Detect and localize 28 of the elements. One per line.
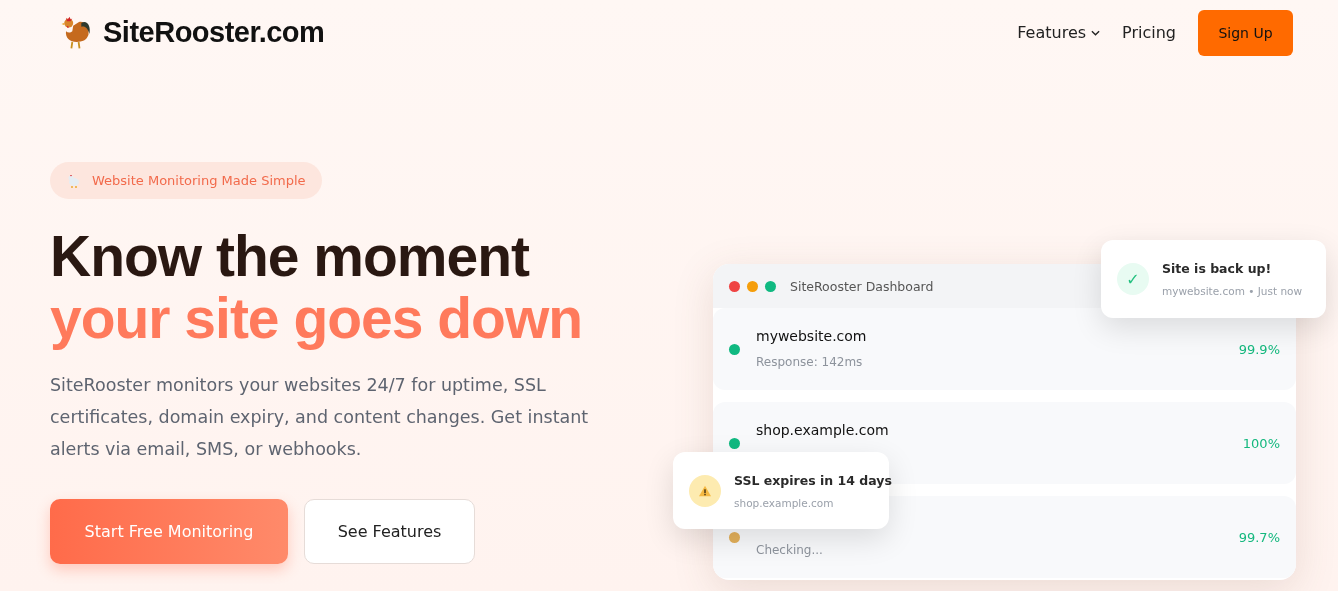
dashboard-title: SiteRooster Dashboard	[790, 278, 934, 294]
site-name: shop.example.com	[756, 422, 890, 440]
minimize-dot-icon	[747, 280, 758, 292]
toast-detail: mywebsite.com • Just now	[1162, 285, 1303, 297]
site-detail: Response: 142ms	[756, 355, 864, 370]
headline: Know the moment	[50, 225, 531, 287]
toast-title: SSL expires in 14 days	[734, 472, 892, 488]
site-detail: Checking...	[756, 543, 824, 558]
sign-up-button[interactable]: Sign Up	[1198, 9, 1293, 56]
check-icon: ✓	[1117, 263, 1149, 295]
toast-title: Site is back up!	[1162, 261, 1273, 276]
warning-icon	[698, 484, 712, 497]
chicken-icon	[66, 172, 82, 189]
close-dot-icon	[729, 280, 740, 292]
hero-description: SiteRooster monitors your websites 24/7 for uptime, SSL certificates, domain expiry, and content changes. Get instant alerts via email, SMS, or webhooks.	[50, 374, 590, 461]
uptime-value: 99.9%	[1238, 341, 1280, 357]
nav-link[interactable]: Features	[1017, 23, 1101, 42]
nav-link[interactable]: Pricing	[1122, 23, 1176, 42]
chevron-down-icon	[1091, 29, 1101, 36]
site-name: mywebsite.com	[756, 328, 868, 346]
uptime-value: 99.7%	[1238, 529, 1280, 545]
uptime-value: 100%	[1242, 435, 1280, 451]
headline-accent: your site goes down	[50, 287, 584, 349]
maximize-dot-icon	[765, 280, 776, 292]
see-features-button[interactable]: See Features	[304, 499, 475, 564]
toast-detail: shop.example.com	[734, 496, 835, 509]
badge-text: Website Monitoring Made Simple	[92, 173, 306, 188]
brand-name[interactable]: SiteRooster.com	[103, 16, 325, 49]
